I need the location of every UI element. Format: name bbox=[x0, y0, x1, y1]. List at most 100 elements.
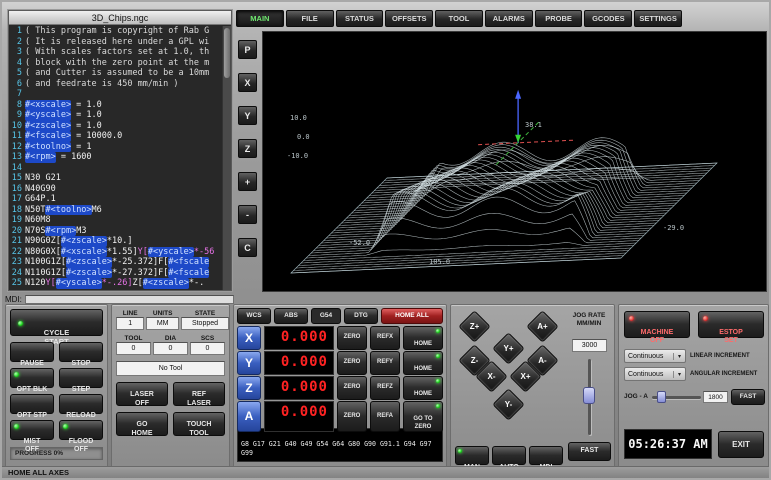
cycle-start-button[interactable]: CYCLE START bbox=[10, 309, 103, 336]
estop-button[interactable]: ESTOP SET bbox=[698, 311, 764, 338]
tool-headers: TOOLDIASCS bbox=[116, 335, 225, 342]
header-label: DIA bbox=[153, 335, 188, 342]
view-button[interactable]: + bbox=[238, 172, 257, 191]
dro-header: WCS ABS G54 DTG HOME ALL bbox=[237, 308, 443, 324]
info-button-label: REF LASER bbox=[187, 391, 211, 406]
program-control-panel: CYCLE START PAUSE STOP OPT BLK bbox=[5, 304, 108, 470]
tab-bar: MAINFILESTATUSOFFSETSTOOLALARMSPROBEGCOD… bbox=[236, 10, 682, 27]
view-button[interactable]: Z bbox=[238, 139, 257, 158]
jog-a-plus-button[interactable]: A+ bbox=[526, 310, 559, 343]
view-button[interactable]: Y bbox=[238, 106, 257, 125]
control-button[interactable]: OPT BLK bbox=[10, 368, 54, 388]
machine-off-button[interactable]: MACHINE OFF bbox=[624, 311, 690, 338]
ref-button[interactable]: REFY bbox=[370, 351, 400, 375]
jog-a-label: JOG - A bbox=[624, 393, 648, 400]
tab-button[interactable]: OFFSETS bbox=[385, 10, 433, 27]
axis-select-button[interactable]: X bbox=[237, 326, 261, 350]
code-line: 8#<xscale> = 1.0 bbox=[9, 100, 222, 111]
zero-button[interactable]: ZERO bbox=[337, 376, 367, 400]
axis-select-button[interactable]: Z bbox=[237, 376, 261, 400]
jog-rate-label: JOG RATE MM/MIN bbox=[565, 312, 613, 329]
home-button[interactable]: HOME bbox=[403, 351, 443, 375]
tool-values: 000 bbox=[116, 342, 225, 355]
control-button-label: MIST OFF bbox=[24, 438, 41, 453]
slider-thumb[interactable] bbox=[583, 387, 595, 404]
exit-button[interactable]: EXIT bbox=[718, 431, 764, 458]
toolpath-preview[interactable]: 10.00.0-10.0-52.0105.038.1-29.0 bbox=[262, 31, 767, 292]
tab-button[interactable]: FILE bbox=[286, 10, 334, 27]
linear-increment-select[interactable]: Continuous ▾ bbox=[624, 349, 686, 363]
info-button-label: GO HOME bbox=[132, 421, 153, 436]
home-button[interactable]: HOME bbox=[403, 326, 443, 350]
wcs-button[interactable]: WCS bbox=[237, 308, 271, 324]
zero-button[interactable]: ZERO bbox=[337, 326, 367, 350]
home-all-button[interactable]: HOME ALL bbox=[381, 308, 443, 324]
control-button-label: STEP bbox=[72, 386, 90, 393]
control-button[interactable]: FLOOD OFF bbox=[59, 420, 103, 440]
gcode-editor-panel: 3D_Chips.ngc 1( This program is copyrigh… bbox=[8, 10, 232, 291]
jog-label: X+ bbox=[515, 366, 536, 387]
tab-button[interactable]: PROBE bbox=[535, 10, 583, 27]
home-button[interactable]: GO TO ZERO bbox=[403, 401, 443, 432]
control-button[interactable]: STOP bbox=[59, 342, 103, 362]
svg-text:-10.0: -10.0 bbox=[287, 152, 308, 160]
tab-button[interactable]: STATUS bbox=[336, 10, 384, 27]
zero-button[interactable]: ZERO bbox=[337, 401, 367, 432]
mode-button[interactable]: MAN bbox=[455, 446, 489, 465]
progress-bar: PROGRESS 0% bbox=[10, 447, 103, 460]
code-line: 12#<toolno> = 1 bbox=[9, 142, 222, 153]
info-button[interactable]: TOUCH TOOL bbox=[173, 412, 225, 436]
abs-button[interactable]: ABS bbox=[274, 308, 308, 324]
jog-y-minus-button[interactable]: Y- bbox=[492, 388, 525, 421]
tab-button[interactable]: MAIN bbox=[236, 10, 284, 27]
view-button[interactable]: P bbox=[238, 40, 257, 59]
tool-name-box: No Tool bbox=[116, 361, 225, 376]
homed-led bbox=[436, 329, 440, 333]
jog-x-minus-button[interactable]: X- bbox=[475, 360, 508, 393]
view-button[interactable]: - bbox=[238, 205, 257, 224]
mode-button[interactable]: AUTO bbox=[492, 446, 526, 465]
homed-led bbox=[436, 379, 440, 383]
control-button-label: STOP bbox=[72, 360, 91, 367]
gcode-editor[interactable]: 1( This program is copyright of Rab G2( … bbox=[9, 26, 222, 290]
info-button[interactable]: REF LASER bbox=[173, 382, 225, 406]
mdi-input[interactable] bbox=[25, 295, 234, 304]
control-button[interactable]: RELOAD bbox=[59, 394, 103, 414]
control-button[interactable]: MIST OFF bbox=[10, 420, 54, 440]
homed-led bbox=[436, 354, 440, 358]
tab-button[interactable]: SETTINGS bbox=[634, 10, 682, 27]
active-gcodes: G8 G17 G21 G40 G49 G54 G64 G80 G90 G91.1… bbox=[241, 440, 439, 458]
ref-button[interactable]: REFZ bbox=[370, 376, 400, 400]
code-line: 24N110G1Z[#<zscale>*-27.372]F[#<fscale bbox=[9, 268, 222, 279]
view-button[interactable]: C bbox=[238, 238, 257, 257]
mode-button[interactable]: MDI bbox=[529, 446, 563, 465]
axis-select-button[interactable]: A bbox=[237, 401, 261, 432]
scrollbar-thumb[interactable] bbox=[224, 28, 230, 78]
jog-a-slider[interactable] bbox=[652, 391, 701, 403]
slider-thumb[interactable] bbox=[657, 391, 666, 403]
ref-button[interactable]: REFA bbox=[370, 401, 400, 432]
jog-rate-slider[interactable] bbox=[583, 359, 595, 435]
dtg-button[interactable]: DTG bbox=[344, 308, 378, 324]
jog-y-plus-button[interactable]: Y+ bbox=[492, 332, 525, 365]
info-button[interactable]: LASER OFF bbox=[116, 382, 168, 406]
ref-button[interactable]: REFX bbox=[370, 326, 400, 350]
view-button[interactable]: X bbox=[238, 73, 257, 92]
tab-button[interactable]: ALARMS bbox=[485, 10, 533, 27]
dro-value: 0.000 bbox=[264, 401, 334, 432]
info-button[interactable]: GO HOME bbox=[116, 412, 168, 436]
tab-button[interactable]: GCODES bbox=[584, 10, 632, 27]
control-button[interactable]: STEP bbox=[59, 368, 103, 388]
wcs-system-label: G54 bbox=[311, 308, 341, 324]
control-button[interactable]: OPT STP bbox=[10, 394, 54, 414]
home-button[interactable]: HOME bbox=[403, 376, 443, 400]
tab-button[interactable]: TOOL bbox=[435, 10, 483, 27]
control-button[interactable]: PAUSE bbox=[10, 342, 54, 362]
axis-select-button[interactable]: Y bbox=[237, 351, 261, 375]
editor-scrollbar[interactable] bbox=[222, 26, 231, 290]
angular-increment-select[interactable]: Continuous ▾ bbox=[624, 367, 686, 381]
jog-fast-button[interactable]: FAST bbox=[568, 442, 611, 461]
jog-a-fast-button[interactable]: FAST bbox=[731, 389, 765, 405]
jog-z-plus-button[interactable]: Z+ bbox=[458, 310, 491, 343]
zero-button[interactable]: ZERO bbox=[337, 351, 367, 375]
